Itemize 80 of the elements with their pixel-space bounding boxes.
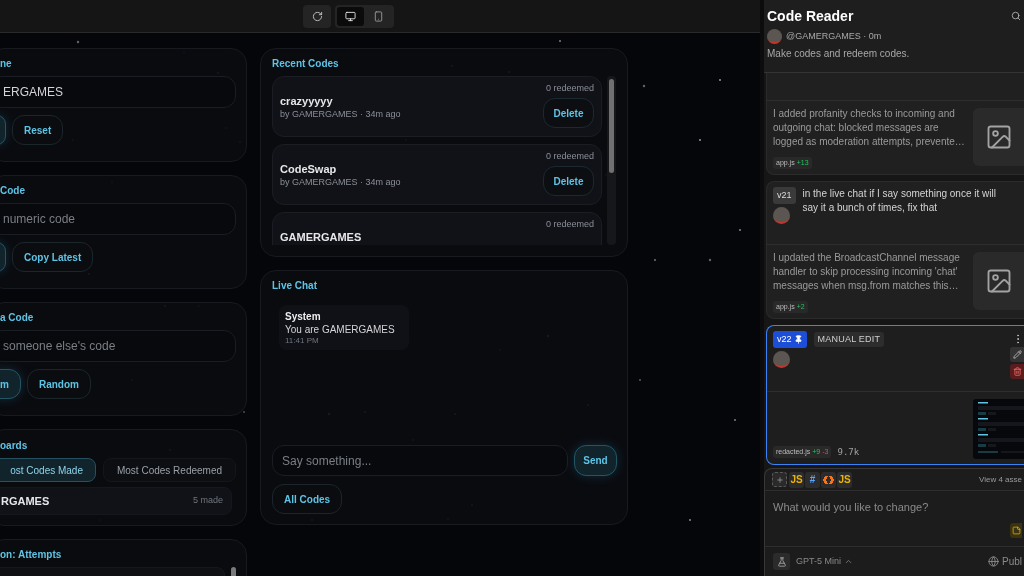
avatar-icon <box>773 351 790 368</box>
phone-icon <box>373 10 384 22</box>
delete-button[interactable]: Delete <box>543 98 594 128</box>
text-input[interactable]: someone else's code <box>0 330 236 362</box>
message-author: System <box>285 310 322 323</box>
code-item[interactable]: crazyyyyy by GAMERGAMES · 34m ago 0 redeemed Delete <box>272 76 602 137</box>
card-title: Live Chat <box>272 279 318 293</box>
message-time: 11:41 PM <box>285 336 320 346</box>
delete-button[interactable]: Delete <box>543 166 594 196</box>
project-description: Make codes and redeem codes. <box>767 47 911 61</box>
version-badge: v21 <box>773 187 796 204</box>
card-title: Recent Codes <box>272 57 340 71</box>
message-text: You are GAMERGAMES <box>285 323 395 336</box>
prompt-text: in the live chat if I say something once it will say it a bunch of times, fix that <box>802 187 997 215</box>
code-name: CodeSwap <box>280 162 338 176</box>
flask-icon <box>776 556 787 567</box>
text-input[interactable]: numeric code <box>0 203 236 235</box>
monitor-icon <box>345 10 356 22</box>
flask-button[interactable] <box>773 553 790 570</box>
code-name: crazyyyyy <box>280 94 334 108</box>
redeemed-count: 0 redeemed <box>545 82 594 94</box>
note-icon <box>1011 526 1021 535</box>
code-name: GAMERGAMES <box>280 230 362 244</box>
app-screenshot-drawing <box>973 399 1024 459</box>
action-button[interactable]: Random <box>26 369 91 399</box>
delete-version-button[interactable] <box>1010 364 1024 379</box>
scrollbar-thumb[interactable] <box>609 79 614 173</box>
project-title: Code Reader <box>767 7 854 25</box>
prompt-input[interactable]: What would you like to change? <box>764 491 1024 546</box>
code-meta: by GAMERGAMES · 34m ago <box>280 108 401 120</box>
globe-icon <box>988 556 999 567</box>
card-title: on: Attempts <box>0 548 63 562</box>
action-button[interactable]: Reset <box>12 115 64 145</box>
avatar-icon <box>773 207 790 224</box>
send-button[interactable]: Send <box>574 445 617 476</box>
text-input[interactable]: ERGAMES <box>0 76 236 108</box>
pin-icon <box>793 335 803 344</box>
avatar-icon <box>767 29 782 44</box>
trash-icon <box>1012 367 1022 376</box>
code-meta: by GAMERGAMES · 34m ago <box>280 176 401 188</box>
note-button[interactable] <box>1010 523 1022 538</box>
file-type-chip[interactable]: JS <box>789 471 804 488</box>
leaderboard-tab[interactable]: Most Codes Redeemed <box>103 458 236 482</box>
pencil-icon <box>1012 350 1022 359</box>
version-card[interactable] <box>766 181 1024 319</box>
edit-button[interactable] <box>1010 347 1024 362</box>
action-button[interactable]: m <box>0 369 21 399</box>
all-codes-button[interactable]: All Codes <box>272 484 343 514</box>
code-icon[interactable] <box>823 474 834 485</box>
code-item[interactable]: CodeSwap by GAMERGAMES · 34m ago 0 redeemed Delete <box>272 144 602 205</box>
player-name: RGAMES <box>1 493 50 509</box>
version-badge: v22 <box>773 331 807 348</box>
model-selector[interactable]: GPT-5 Mini <box>796 554 853 569</box>
author-text: @GAMERGAMES · 0m <box>786 29 882 43</box>
code-item[interactable]: GAMERGAMES 0 redeemed <box>272 212 602 245</box>
desktop-view-button[interactable] <box>337 6 364 26</box>
add-asset-button[interactable] <box>772 472 787 487</box>
file-size: 9.7k <box>837 445 860 459</box>
refresh-button[interactable] <box>303 4 331 28</box>
view-assets-link[interactable]: View 4 asse <box>979 473 1022 486</box>
redeemed-count: 0 redeemed <box>545 150 594 162</box>
redeemed-count: 0 redeemed <box>545 218 594 230</box>
chat-input[interactable]: Say something... <box>272 445 568 476</box>
card-title: ne <box>0 57 13 71</box>
file-type-chip[interactable]: JS <box>837 471 852 488</box>
search-icon[interactable] <box>1011 11 1021 21</box>
plus-icon <box>775 475 784 484</box>
response-text: I updated the BroadcastChannel message handler to skip processing incoming 'chat' messages when msg.from matches this… <box>773 251 961 293</box>
manual-edit-tag: MANUAL EDIT <box>813 332 885 347</box>
leaderboard-tab[interactable]: ost Codes Made <box>0 458 96 482</box>
response-text: I added profanity checks to incoming and outgoing chat: blocked messages are logged as moderation attempts, prevente… <box>773 107 965 149</box>
file-type-chip[interactable]: # <box>805 471 820 488</box>
card-title: Code <box>0 184 26 198</box>
card-title: a Code <box>0 311 35 325</box>
chevron-up-icon <box>844 557 853 566</box>
action-button[interactable]: Copy Latest <box>12 242 94 272</box>
refresh-icon <box>311 10 323 22</box>
card-title: oards <box>0 439 29 453</box>
visibility-text[interactable]: Publ <box>1002 554 1022 569</box>
score-text: 5 made <box>192 494 223 508</box>
